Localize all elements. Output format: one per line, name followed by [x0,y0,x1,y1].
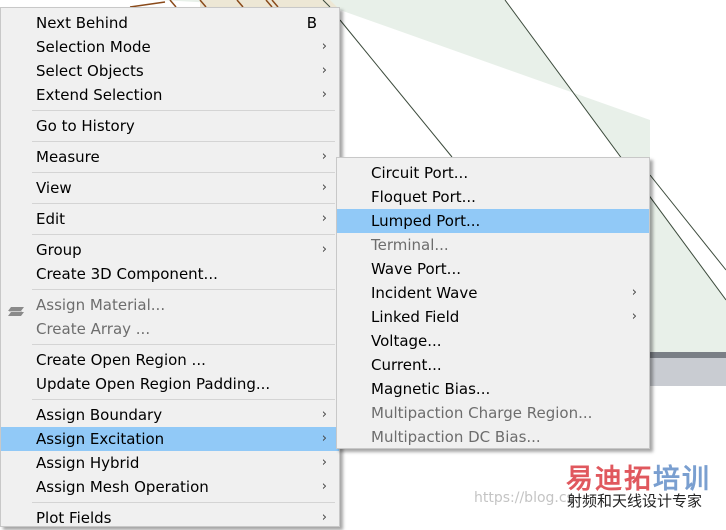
chevron-right-icon: › [321,407,327,422]
menu-item-label: Floquet Port... [371,188,476,206]
menu-item-assign-mesh-operation[interactable]: Assign Mesh Operation › [1,475,339,499]
menu-item-incident-wave[interactable]: Incident Wave › [337,281,649,305]
menu-separator [32,344,335,345]
menu-item-create-array: Create Array ... [1,317,339,341]
menu-item-label: Current... [371,356,442,374]
menu-item-label: Go to History [36,117,135,135]
menu-item-label: Assign Mesh Operation [36,478,209,496]
chevron-right-icon: › [321,211,327,226]
menu-item-label: Magnetic Bias... [371,380,491,398]
menu-item-label: Extend Selection [36,86,163,104]
menu-item-label: Assign Excitation [36,430,165,448]
shortcut-key: B [306,14,317,32]
chevron-right-icon: › [321,180,327,195]
menu-item-label: Group [36,241,82,259]
chevron-right-icon: › [321,63,327,78]
menu-separator [32,289,335,290]
watermark-tagline: 射频和天线设计专家 [567,492,703,510]
menu-item-linked-field[interactable]: Linked Field › [337,305,649,329]
menu-item-assign-boundary[interactable]: Assign Boundary › [1,403,339,427]
menu-item-label: Update Open Region Padding... [36,375,271,393]
menu-separator [32,141,335,142]
model-edge-brown [169,0,177,8]
material-layers-icon [8,300,24,316]
menu-item-label: Select Objects [36,62,144,80]
chevron-right-icon: › [631,285,637,300]
menu-separator [32,110,335,111]
menu-item-floquet-port[interactable]: Floquet Port... [337,185,649,209]
chevron-right-icon: › [321,455,327,470]
menu-item-label: Multipaction Charge Region... [371,404,593,422]
model-base [650,358,726,386]
menu-item-magnetic-bias[interactable]: Magnetic Bias... [337,377,649,401]
menu-item-update-open-region-padding[interactable]: Update Open Region Padding... [1,372,339,396]
chevron-right-icon: › [321,149,327,164]
menu-separator [32,172,335,173]
menu-item-multipaction-dc-bias: Multipaction DC Bias... [337,425,649,449]
chevron-right-icon: › [321,39,327,54]
menu-item-label: Plot Fields [36,509,112,527]
menu-item-label: Create Array ... [36,320,151,338]
menu-item-label: Assign Hybrid [36,454,140,472]
menu-item-edit[interactable]: Edit › [1,207,339,231]
menu-item-label: Incident Wave [371,284,478,302]
menu-item-label: Create 3D Component... [36,265,218,283]
menu-item-create-open-region[interactable]: Create Open Region ... [1,348,339,372]
menu-item-assign-excitation[interactable]: Assign Excitation › [1,427,339,451]
chevron-right-icon: › [321,87,327,102]
menu-item-label: Multipaction DC Bias... [371,428,541,446]
menu-item-label: Circuit Port... [371,164,469,182]
menu-item-next-behind[interactable]: Next Behind B [1,11,339,35]
watermark-url: https://blog.cs [474,490,574,506]
menu-item-measure[interactable]: Measure › [1,145,339,169]
menu-separator [32,399,335,400]
menu-item-assign-hybrid[interactable]: Assign Hybrid › [1,451,339,475]
menu-separator [32,234,335,235]
menu-item-terminal: Terminal... [337,233,649,257]
context-menu: Next Behind B Selection Mode › Select Object… [0,7,340,527]
menu-item-view[interactable]: View › [1,176,339,200]
menu-item-select-objects[interactable]: Select Objects › [1,59,339,83]
menu-item-multipaction-charge-region: Multipaction Charge Region... [337,401,649,425]
menu-item-label: Voltage... [371,332,442,350]
menu-item-label: Assign Material... [36,296,166,314]
menu-item-label: Next Behind [36,14,128,32]
chevron-right-icon: › [321,431,327,446]
chevron-right-icon: › [321,479,327,494]
menu-item-extend-selection[interactable]: Extend Selection › [1,83,339,107]
menu-separator [32,203,335,204]
menu-item-label: View [36,179,72,197]
menu-item-create-3d-component[interactable]: Create 3D Component... [1,262,339,286]
menu-item-group[interactable]: Group › [1,238,339,262]
menu-item-label: Wave Port... [371,260,461,278]
menu-item-label: Measure [36,148,100,166]
menu-item-assign-material: Assign Material... [1,293,339,317]
menu-item-label: Linked Field [371,308,460,326]
menu-item-selection-mode[interactable]: Selection Mode › [1,35,339,59]
menu-item-label: Selection Mode [36,38,151,56]
menu-item-label: Create Open Region ... [36,351,206,369]
menu-item-plot-fields[interactable]: Plot Fields › [1,506,339,530]
menu-item-wave-port[interactable]: Wave Port... [337,257,649,281]
assign-excitation-submenu: Circuit Port... Floquet Port... Lumped Por… [336,157,650,449]
chevron-right-icon: › [321,510,327,525]
menu-separator [32,502,335,503]
menu-item-go-to-history[interactable]: Go to History [1,114,339,138]
menu-item-current[interactable]: Current... [337,353,649,377]
model-base-edge [650,352,726,358]
menu-item-label: Lumped Port... [371,212,481,230]
menu-item-circuit-port[interactable]: Circuit Port... [337,161,649,185]
menu-item-voltage[interactable]: Voltage... [337,329,649,353]
chevron-right-icon: › [631,309,637,324]
menu-item-lumped-port[interactable]: Lumped Port... [337,209,649,233]
menu-item-label: Edit [36,210,66,228]
menu-item-label: Assign Boundary [36,406,163,424]
chevron-right-icon: › [321,242,327,257]
menu-item-label: Terminal... [371,236,449,254]
